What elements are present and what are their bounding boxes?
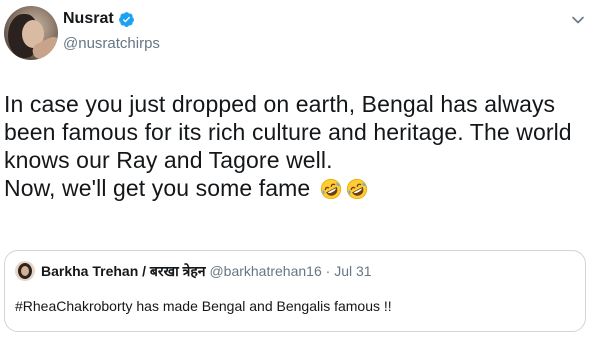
chevron-down-icon[interactable] [570, 12, 586, 28]
quoted-date: Jul 31 [334, 263, 372, 279]
author-name-row[interactable]: Nusrat [63, 9, 135, 29]
quoted-tweet[interactable]: Barkha Trehan / बरखा त्रेहन @barkhatreha… [4, 250, 586, 332]
tweet-text-line: Now, we'll get you some fame [4, 175, 311, 201]
quoted-author-handle: @barkhatrehan16 [209, 263, 322, 279]
tweet-text-line: In case you just dropped on earth, Benga… [4, 91, 556, 117]
quoted-tweet-header: Barkha Trehan / बरखा त्रेहन @barkhatreha… [41, 262, 372, 280]
verified-badge-icon [118, 11, 134, 27]
quoted-separator: · [325, 263, 331, 279]
quoted-author-avatar [15, 261, 35, 281]
tweet-text-line-last: Now, we'll get you some fame [4, 174, 596, 202]
quoted-tweet-text: #RheaChakroborty has made Bengal and Ben… [15, 298, 392, 314]
rolling-on-floor-laughing-emoji [320, 178, 341, 200]
quoted-author-name: Barkha Trehan / बरखा त्रेहन [41, 263, 206, 279]
tweet-text: In case you just dropped on earth, Benga… [4, 90, 596, 202]
author-avatar[interactable] [4, 6, 58, 60]
tweet-text-line: been famous for its rich culture and her… [4, 119, 572, 145]
tweet-text-line: knows our Ray and Tagore well. [4, 147, 333, 173]
author-handle[interactable]: @nusratchirps [63, 34, 160, 54]
author-name[interactable]: Nusrat [63, 9, 114, 29]
rolling-on-floor-laughing-emoji [346, 178, 367, 200]
